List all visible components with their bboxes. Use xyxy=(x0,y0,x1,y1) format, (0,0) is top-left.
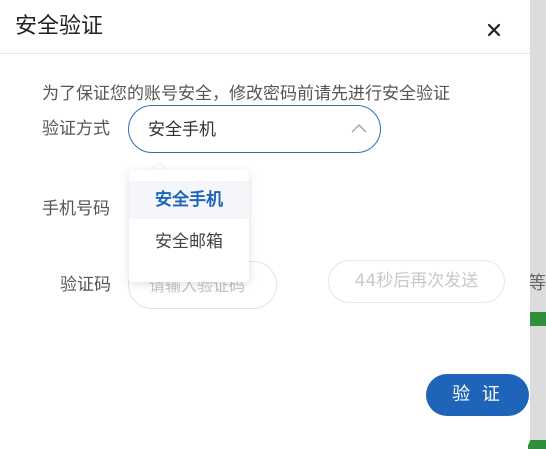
resend-code-button[interactable]: 44秒后再次发送 xyxy=(328,260,505,303)
verification-method-dropdown: 安全手机 安全邮箱 xyxy=(129,170,249,282)
phone-label: 手机号码 xyxy=(42,199,110,219)
close-icon xyxy=(487,23,501,37)
code-label: 验证码 xyxy=(60,275,111,295)
chevron-up-icon xyxy=(351,124,367,133)
background-green-bar xyxy=(528,440,546,449)
verify-button[interactable]: 验 证 xyxy=(426,374,529,416)
dropdown-option-email[interactable]: 安全邮箱 xyxy=(129,223,249,261)
background-text: 等 xyxy=(528,273,546,294)
security-notice: 为了保证您的账号安全，修改密码前请先进行安全验证 xyxy=(42,84,450,104)
modal-header: 安全验证 xyxy=(0,0,530,54)
method-label: 验证方式 xyxy=(42,119,110,139)
dropdown-option-phone[interactable]: 安全手机 xyxy=(129,181,249,219)
select-value: 安全手机 xyxy=(148,120,216,140)
security-verification-modal: 安全验证 为了保证您的账号安全，修改密码前请先进行安全验证 验证方式 安全手机 … xyxy=(0,0,530,449)
background-green-bar xyxy=(528,312,546,326)
modal-title: 安全验证 xyxy=(15,14,104,39)
verification-method-select[interactable]: 安全手机 xyxy=(128,105,381,153)
background-page: 等 xyxy=(528,0,546,449)
close-button[interactable] xyxy=(484,20,504,40)
